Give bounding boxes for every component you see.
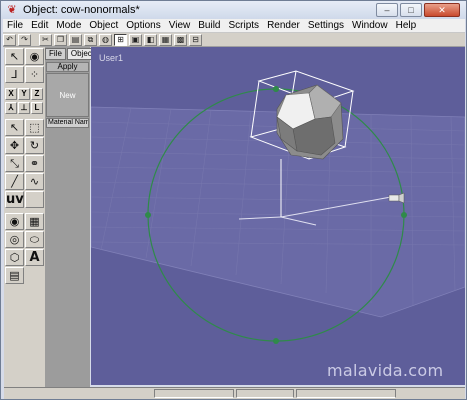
menu-build[interactable]: Build	[194, 19, 224, 32]
grid-toggle-icon[interactable]: ▩	[174, 33, 187, 46]
grid-primitive-icon[interactable]: ▤	[5, 267, 24, 284]
status-field-2	[236, 389, 294, 398]
scale-icon[interactable]: ⤡	[5, 155, 24, 172]
toolbar: ↶ ↷ ✂ ❐ ▤ ⧉ ◍ ⊞ ▣ ◧ ▦ ▩ ⊟	[3, 33, 465, 47]
ground-grid	[91, 106, 465, 318]
single-view-icon[interactable]: ▣	[129, 33, 142, 46]
x-axis-button[interactable]: X	[5, 88, 17, 100]
quad-view-icon[interactable]: ⊞	[114, 33, 127, 46]
app-window: ❦ Object: cow-nonormals* – □ ✕ File Edit…	[0, 0, 467, 400]
menu-view[interactable]: View	[165, 19, 195, 32]
sphere-view-icon[interactable]: ◍	[99, 33, 112, 46]
title-bar: ❦ Object: cow-nonormals* – □ ✕	[1, 1, 466, 19]
axis-icon[interactable]: ⅃	[5, 66, 24, 83]
status-field-1	[154, 389, 234, 398]
watermark: malavida.com	[327, 361, 444, 380]
menu-help[interactable]: Help	[392, 19, 421, 32]
menu-options[interactable]: Options	[122, 19, 164, 32]
screen-axis-icon[interactable]: L	[31, 102, 43, 114]
local-axis-icon[interactable]: ⅄	[5, 102, 17, 114]
cut-icon[interactable]: ✂	[39, 33, 52, 46]
cube-primitive-icon[interactable]: ▦	[25, 213, 44, 230]
rotate-icon[interactable]: ↻	[25, 137, 44, 154]
menu-mode[interactable]: Mode	[52, 19, 85, 32]
menu-object[interactable]: Object	[85, 19, 122, 32]
menu-window[interactable]: Window	[348, 19, 392, 32]
line-icon[interactable]: ╱	[5, 173, 24, 190]
points-icon[interactable]: ⁘	[25, 66, 44, 83]
duplicate-icon[interactable]: ⧉	[84, 33, 97, 46]
select-arrow-icon[interactable]: ↖	[5, 48, 24, 65]
apply-button[interactable]: Apply	[46, 62, 89, 72]
shaded-view-icon[interactable]: ▦	[159, 33, 172, 46]
tool-palette: ↖ ◉ ⅃ ⁘ X Y Z ⅄ ⊥ L ↖ ⬚ ✥ ↻ ⤡ ⚭ ╱ ∿ uv ◉…	[4, 47, 46, 387]
side-panel: File Object Apply New Material Name	[45, 47, 99, 387]
z-axis-button[interactable]: Z	[31, 88, 43, 100]
app-icon: ❦	[7, 4, 17, 16]
y-axis-button[interactable]: Y	[18, 88, 30, 100]
box-select-icon[interactable]: ⬚	[25, 119, 44, 136]
link-icon[interactable]: ⚭	[25, 155, 44, 172]
status-bar	[4, 387, 465, 399]
blank-tool-icon[interactable]	[25, 191, 44, 208]
eye-icon[interactable]: ◉	[25, 48, 44, 65]
menu-bar: File Edit Mode Object Options View Build…	[3, 19, 465, 33]
settings-view-icon[interactable]: ⊟	[189, 33, 202, 46]
close-button[interactable]: ✕	[424, 3, 460, 17]
window-controls: – □ ✕	[376, 3, 460, 17]
polygon-primitive-icon[interactable]: ⬡	[5, 249, 24, 266]
curve-icon[interactable]: ∿	[25, 173, 44, 190]
menu-settings[interactable]: Settings	[304, 19, 348, 32]
undo-icon[interactable]: ↶	[3, 33, 16, 46]
viewport-scene	[91, 70, 465, 344]
copy-icon[interactable]: ❐	[54, 33, 67, 46]
tab-file[interactable]: File	[45, 48, 66, 60]
maximize-button[interactable]: □	[400, 3, 422, 17]
cylinder-primitive-icon[interactable]: ⬭	[25, 231, 44, 248]
split-view-icon[interactable]: ◧	[144, 33, 157, 46]
3d-viewport[interactable]: User1 malavida.com	[91, 47, 465, 385]
viewport-label: User1	[99, 53, 124, 63]
world-axis-icon[interactable]: ⊥	[18, 102, 30, 114]
uv-button[interactable]: uv	[5, 191, 24, 208]
move-icon[interactable]: ✥	[5, 137, 24, 154]
new-material-button[interactable]: New	[46, 73, 89, 117]
torus-primitive-icon[interactable]: ◎	[5, 231, 24, 248]
sphere-primitive-icon[interactable]: ◉	[5, 213, 24, 230]
paste-icon[interactable]: ▤	[69, 33, 82, 46]
status-field-3	[296, 389, 396, 398]
menu-edit[interactable]: Edit	[27, 19, 52, 32]
menu-file[interactable]: File	[3, 19, 27, 32]
window-title: Object: cow-nonormals*	[23, 4, 140, 16]
menu-scripts[interactable]: Scripts	[225, 19, 264, 32]
minimize-button[interactable]: –	[376, 3, 398, 17]
redo-icon[interactable]: ↷	[18, 33, 31, 46]
text-primitive-button[interactable]: A	[25, 249, 44, 266]
menu-render[interactable]: Render	[263, 19, 304, 32]
material-name-field[interactable]: Material Name	[46, 118, 89, 128]
pointer-icon[interactable]: ↖	[5, 119, 24, 136]
